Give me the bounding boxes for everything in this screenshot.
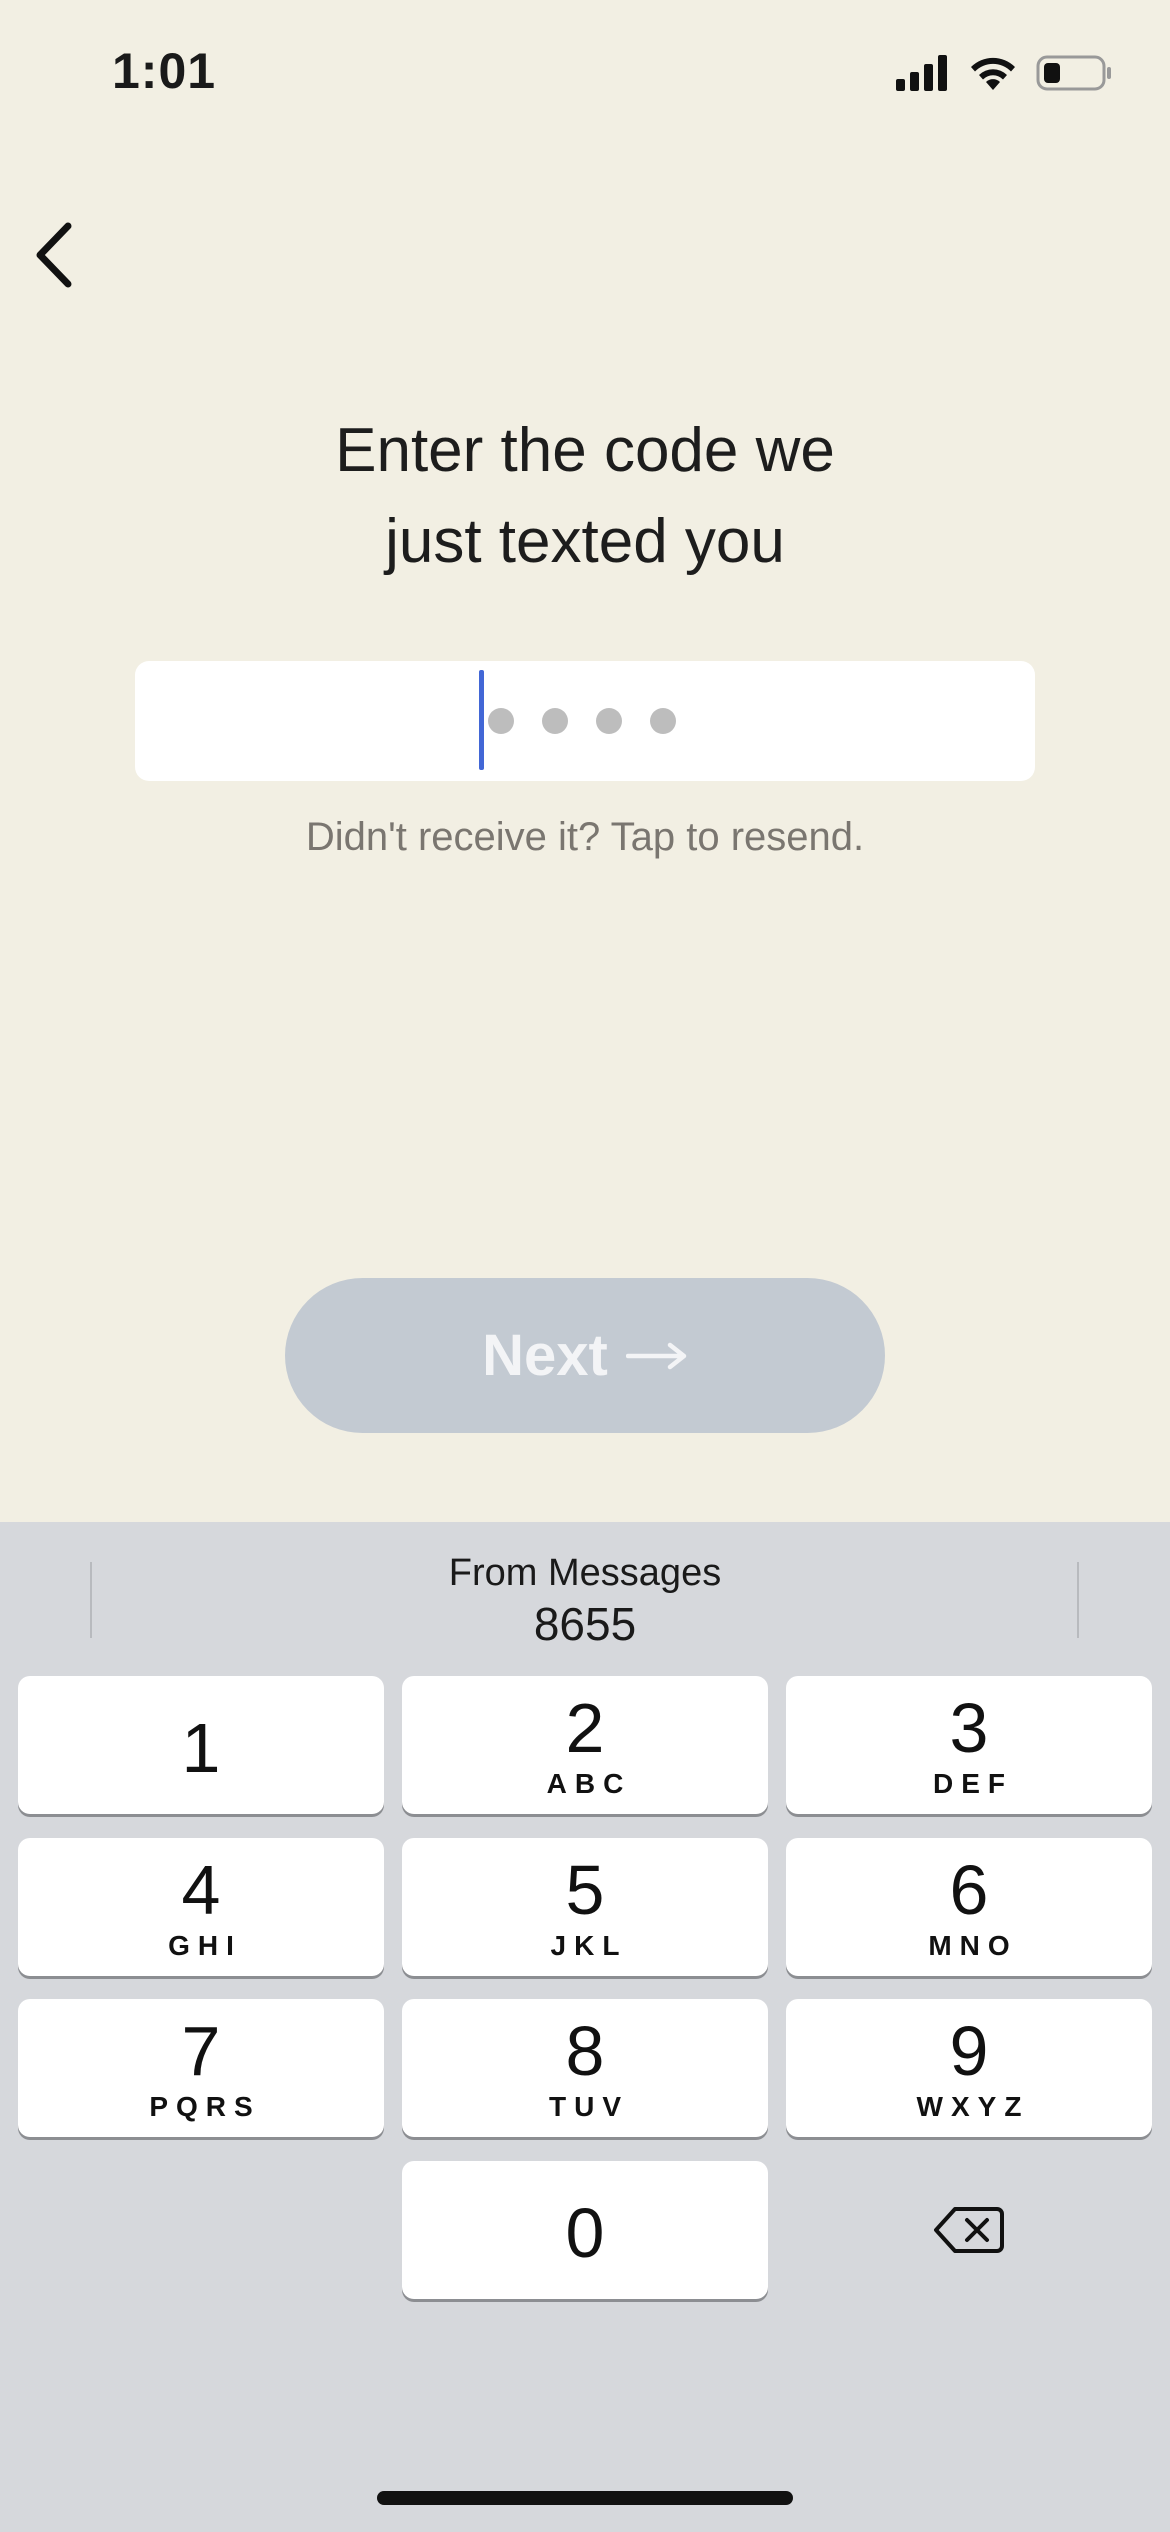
next-button-label: Next xyxy=(482,1323,608,1388)
key-5[interactable]: 5 JKL xyxy=(402,1838,768,1976)
battery-icon xyxy=(1036,55,1111,91)
code-dot xyxy=(488,708,514,734)
suggestion-code: 8655 xyxy=(533,1598,637,1650)
key-7[interactable]: 7 PQRS xyxy=(18,1999,384,2137)
code-placeholder-dots xyxy=(488,661,676,781)
text-caret xyxy=(479,670,484,770)
title-line-1: Enter the code we xyxy=(335,416,835,485)
code-dot xyxy=(650,708,676,734)
next-button[interactable]: Next xyxy=(285,1278,885,1433)
verification-code-field[interactable] xyxy=(135,661,1035,781)
key-4[interactable]: 4 GHI xyxy=(18,1838,384,1976)
resend-code-link[interactable]: Didn't receive it? Tap to resend. xyxy=(0,815,1170,860)
key-3[interactable]: 3 DEF xyxy=(786,1676,1152,1814)
key-1[interactable]: 1 xyxy=(18,1676,384,1814)
chevron-left-icon xyxy=(36,222,72,288)
page-title: Enter the code we just texted you xyxy=(0,405,1170,587)
code-dot xyxy=(542,708,568,734)
cellular-signal-icon xyxy=(896,55,947,91)
status-time: 1:01 xyxy=(112,43,217,99)
back-button[interactable] xyxy=(14,210,94,300)
backspace-icon xyxy=(934,2207,1004,2253)
key-8[interactable]: 8 TUV xyxy=(402,1999,768,2137)
delete-key[interactable] xyxy=(786,2161,1152,2299)
key-6[interactable]: 6 MNO xyxy=(786,1838,1152,1976)
title-line-2: just texted you xyxy=(385,507,785,576)
autofill-code-suggestion[interactable]: From Messages 8655 xyxy=(0,1550,1170,1652)
home-indicator xyxy=(377,2491,793,2505)
arrow-right-icon xyxy=(625,1342,687,1369)
wifi-icon xyxy=(971,57,1015,90)
key-9[interactable]: 9 WXYZ xyxy=(786,1999,1152,2137)
key-0[interactable]: 0 xyxy=(402,2161,768,2299)
suggestion-source: From Messages xyxy=(448,1552,722,1594)
status-icons xyxy=(896,50,1114,96)
key-2[interactable]: 2 ABC xyxy=(402,1676,768,1814)
status-bar: 1:01 xyxy=(0,0,1170,150)
code-dot xyxy=(596,708,622,734)
